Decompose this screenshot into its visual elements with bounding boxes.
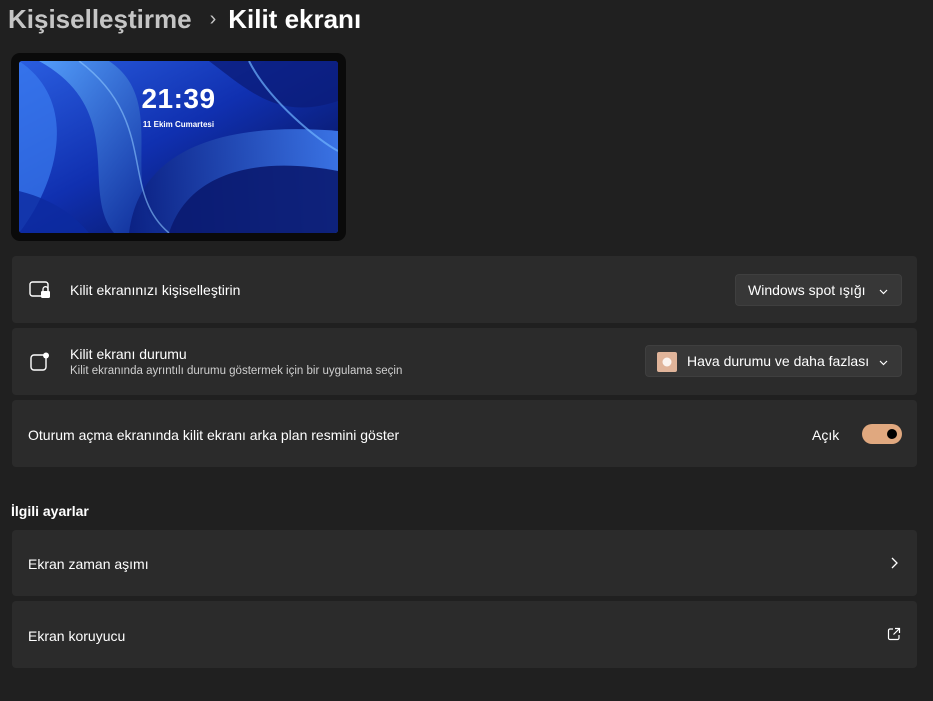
status-icon (28, 350, 52, 374)
signin-background-label: Oturum açma ekranında kilit ekranı arka … (28, 427, 400, 443)
chevron-right-icon (888, 556, 900, 575)
screen-timeout-label: Ekran zaman aşımı (28, 556, 149, 572)
screen-saver-link[interactable]: Ekran koruyucu (12, 601, 917, 668)
personalize-lock-screen-label: Kilit ekranınızı kişiselleştirin (70, 282, 241, 298)
breadcrumb: Kişiselleştirme › Kilit ekranı (8, 2, 361, 36)
chevron-down-icon (878, 355, 889, 371)
chevron-down-icon (878, 284, 889, 300)
page-title: Kilit ekranı (228, 3, 362, 34)
screen-timeout-link[interactable]: Ekran zaman aşımı (12, 530, 917, 596)
related-settings-heading: İlgili ayarlar (11, 503, 89, 519)
dropdown-selected-value: Hava durumu ve daha fazlası (687, 353, 870, 369)
preview-clock: 21:39 (141, 83, 216, 114)
lock-screen-status-label: Kilit ekranı durumu (70, 346, 187, 362)
signin-background-toggle[interactable] (862, 424, 902, 444)
toggle-state-label: Açık (812, 427, 840, 443)
preview-wallpaper: 21:39 11 Ekim Cumartesi (19, 61, 338, 233)
lock-screen-preview: 21:39 11 Ekim Cumartesi (11, 53, 346, 241)
signin-background-card: Oturum açma ekranında kilit ekranı arka … (12, 400, 917, 467)
toggle-knob (887, 429, 897, 439)
preview-date: 11 Ekim Cumartesi (142, 120, 215, 129)
breadcrumb-separator: › (209, 7, 217, 30)
lock-screen-status-description: Kilit ekranında ayrıntılı durumu gösterm… (70, 365, 403, 377)
lock-screen-status-dropdown[interactable]: Hava durumu ve daha fazlası (645, 345, 902, 377)
lock-screen-background-dropdown[interactable]: Windows spot ışığı (735, 274, 902, 306)
dropdown-selected-value: Windows spot ışığı (748, 282, 866, 298)
lock-screen-icon (28, 278, 52, 302)
breadcrumb-personalization[interactable]: Kişiselleştirme (8, 4, 192, 35)
personalize-lock-screen-card: Kilit ekranınızı kişiselleştirin Windows… (12, 256, 917, 323)
weather-icon (657, 352, 677, 372)
lock-screen-status-card: Kilit ekranı durumu Kilit ekranında ayrı… (12, 328, 917, 395)
lock-screen-settings-page: Kişiselleştirme › Kilit ekranı 21:39 11 … (0, 0, 933, 701)
screen-saver-label: Ekran koruyucu (28, 628, 126, 644)
external-link-icon (887, 627, 901, 646)
